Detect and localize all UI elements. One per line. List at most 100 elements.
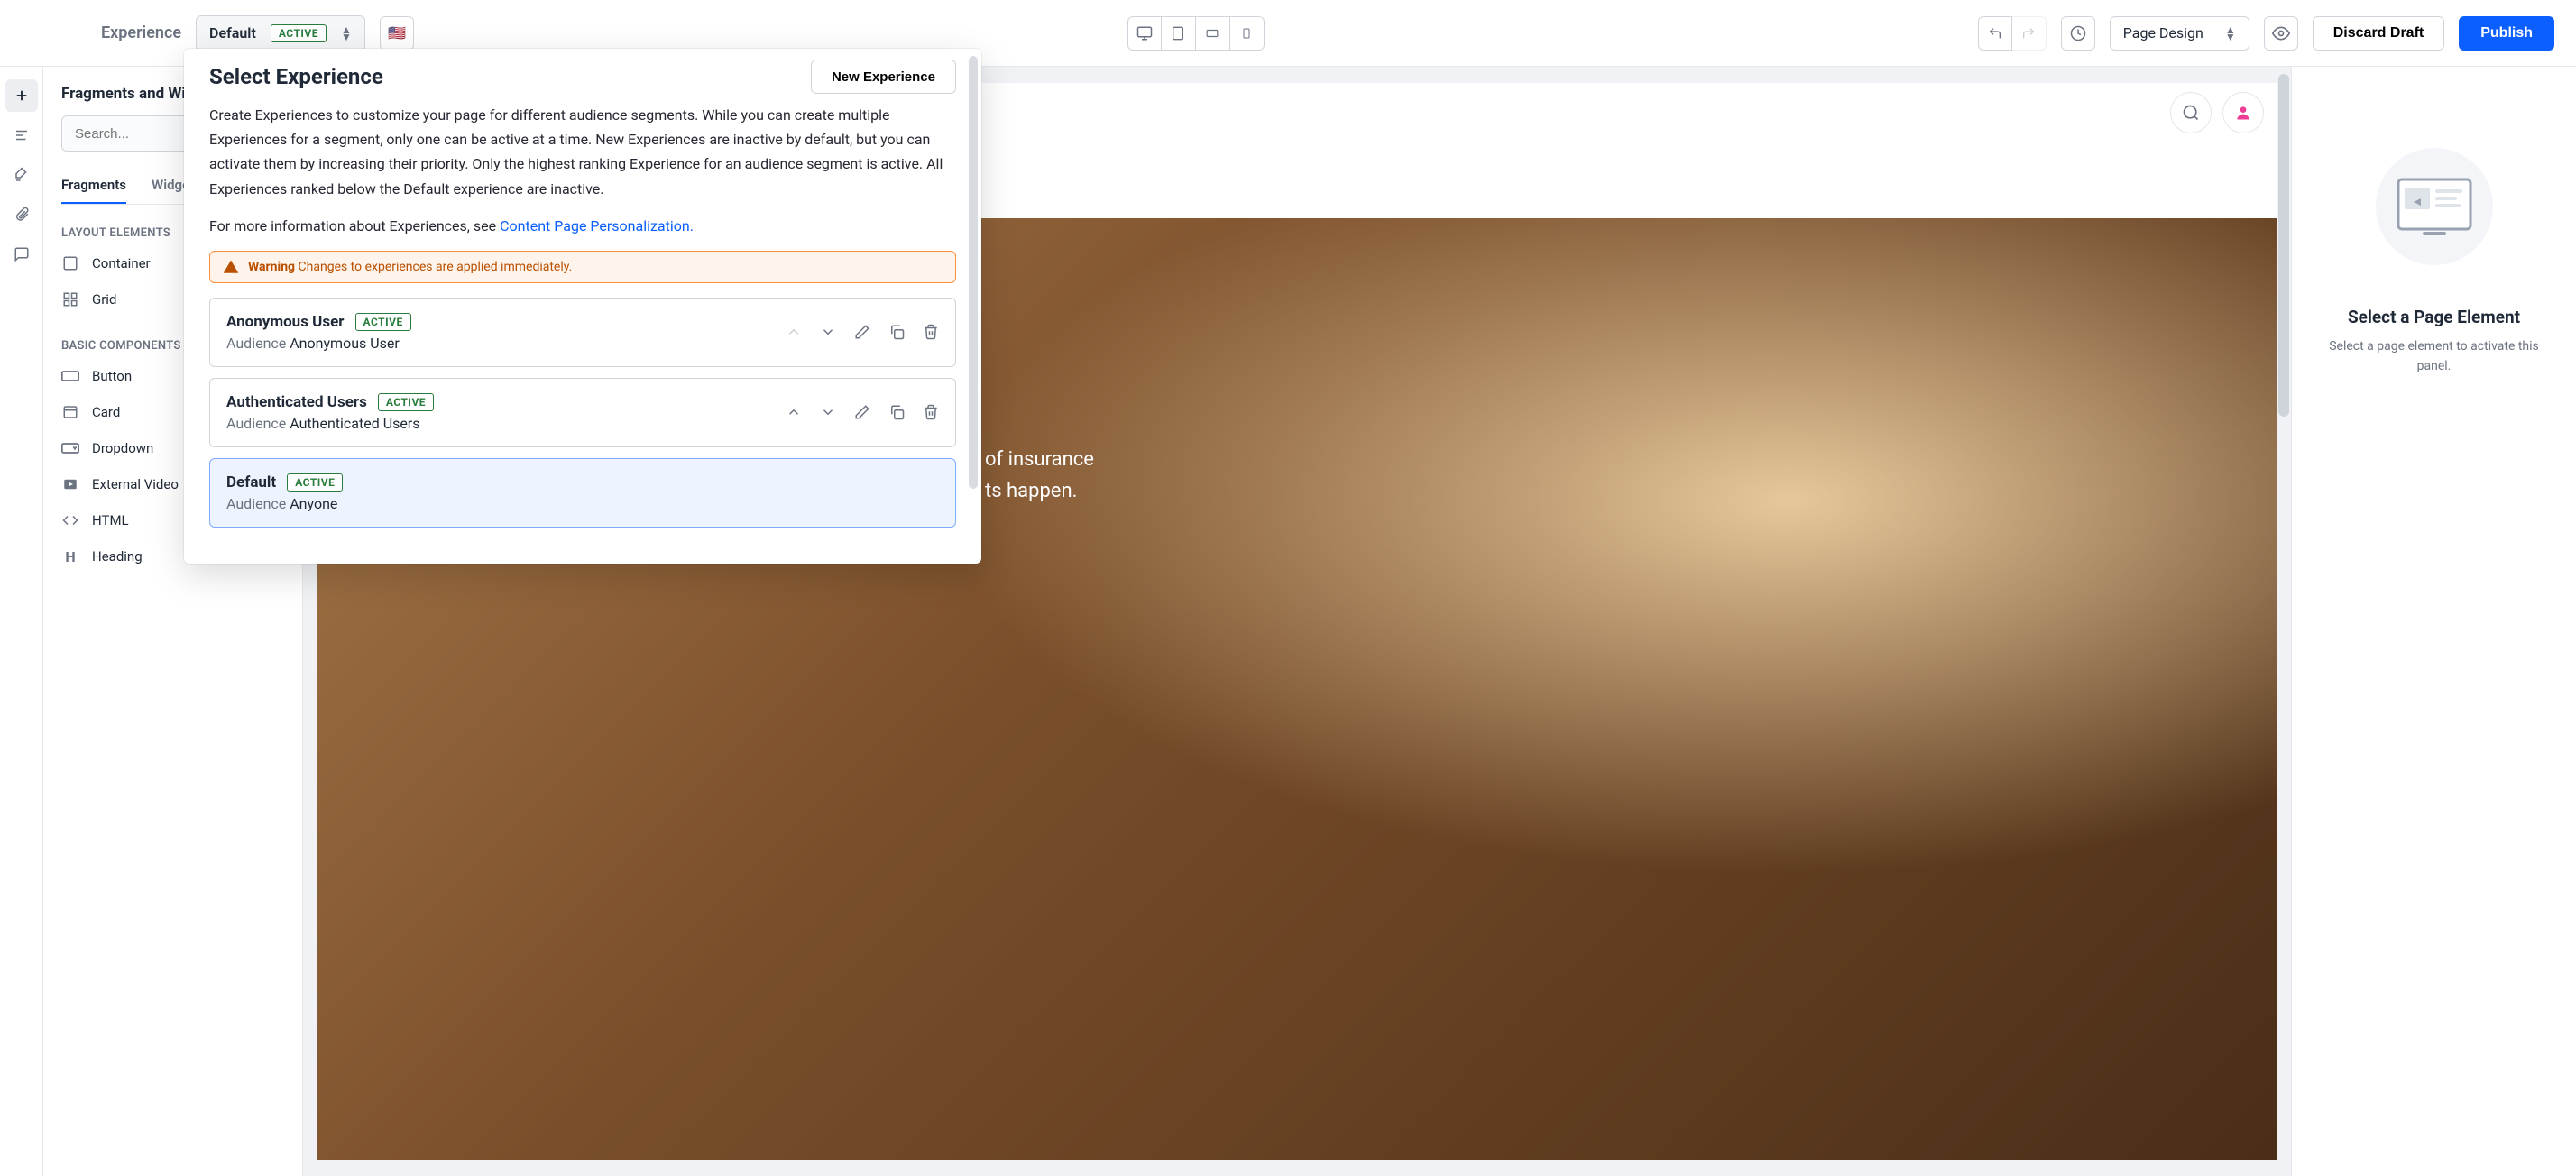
page-mode-selector[interactable]: Page Design ▲▼ [2110,16,2249,51]
warning-icon [223,259,239,275]
search-icon [2182,104,2200,122]
right-panel-title: Select a Page Element [2348,307,2520,327]
publish-button[interactable]: Publish [2459,16,2554,51]
audience-value: Authenticated Users [290,415,419,432]
popover-description: Create Experiences to customize your pag… [209,103,956,201]
empty-state-illustration [2376,148,2493,265]
canvas-user-button[interactable] [2222,92,2264,133]
card-icon [62,404,78,420]
experience-actions [786,404,939,420]
comment-icon [14,246,30,262]
experience-name: Default [226,473,276,492]
experience-card[interactable]: Default ACTIVE Audience Anyone [209,458,956,528]
right-inspector-panel: Select a Page Element Select a page elem… [2291,67,2576,1176]
copy-icon [888,324,905,340]
viewport-group [1127,16,1265,51]
fragment-label: Grid [92,291,116,308]
fragment-label: Card [92,404,120,420]
duplicate-button[interactable] [888,404,905,420]
square-icon [62,255,78,271]
fragment-label: External Video [92,476,179,492]
left-rail [0,67,43,1176]
user-icon [2234,104,2252,122]
rail-fragments-button[interactable] [5,79,38,112]
move-down-button[interactable] [820,404,836,420]
canvas-scrollbar[interactable] [2278,74,2289,417]
rail-design-button[interactable] [5,159,38,191]
undo-icon [1988,26,2002,41]
pencil-icon [854,324,870,340]
viewport-phone-button[interactable] [1230,16,1265,51]
pencil-icon [854,404,870,420]
flag-us-icon: 🇺🇸 [388,24,406,41]
status-badge: ACTIVE [271,24,327,42]
grid-icon [62,291,78,308]
copy-icon [888,404,905,420]
status-badge: ACTIVE [287,473,343,492]
rail-comments-button[interactable] [5,238,38,271]
move-down-button[interactable] [820,324,836,340]
fragment-label: Heading [92,548,143,565]
personalization-link[interactable]: Content Page Personalization. [500,217,694,234]
list-icon [14,127,30,143]
tab-fragments[interactable]: Fragments [61,168,126,204]
experience-label: Experience [101,23,181,42]
experience-name: Authenticated Users [226,393,367,411]
move-up-button[interactable] [786,404,802,420]
move-up-button [786,324,802,340]
audience-label: Audience [226,415,286,432]
status-badge: ACTIVE [378,393,434,411]
button-icon [61,370,79,382]
trash-icon [923,404,939,420]
eye-icon [2272,24,2290,42]
new-experience-button[interactable]: New Experience [811,60,956,94]
warning-alert: Warning Changes to experiences are appli… [209,251,956,283]
trash-icon [923,324,939,340]
popover-more-info: For more information about Experiences, … [209,214,956,238]
history-button[interactable] [2061,16,2095,51]
locale-button[interactable]: 🇺🇸 [380,16,414,51]
tablet-icon [1171,25,1185,41]
delete-button[interactable] [923,324,939,340]
experience-name: Anonymous User [226,313,345,331]
status-badge: ACTIVE [355,313,411,331]
viewport-landscape-button[interactable] [1196,16,1230,51]
duplicate-button[interactable] [888,324,905,340]
experience-actions [786,324,939,340]
popover-scrollbar[interactable] [969,56,978,489]
viewport-tablet-button[interactable] [1162,16,1196,51]
viewport-desktop-button[interactable] [1127,16,1162,51]
landscape-icon [1203,27,1221,40]
hero-text: of insurance ts happen. [985,444,1094,507]
rail-outline-button[interactable] [5,119,38,152]
right-panel-desc: Select a page element to activate this p… [2319,336,2549,377]
canvas-search-button[interactable] [2170,92,2212,133]
paintbrush-icon [14,167,30,183]
fragment-label: HTML [92,512,129,528]
discard-draft-button[interactable]: Discard Draft [2313,16,2444,51]
audience-value: Anyone [290,495,337,512]
history-group [1978,16,2047,51]
edit-button[interactable] [854,324,870,340]
rail-mapping-button[interactable] [5,198,38,231]
popover-title: Select Experience [209,64,383,89]
chevron-up-icon [786,324,802,340]
page-mode-value: Page Design [2123,24,2203,41]
audience-value: Anonymous User [290,335,400,352]
audience-label: Audience [226,495,286,512]
redo-button[interactable] [2012,16,2047,51]
experience-selector-value: Default [209,24,256,41]
heading-icon: H [61,547,79,565]
experience-card[interactable]: Authenticated Users ACTIVE Audience Auth… [209,378,956,447]
preview-button[interactable] [2264,16,2298,51]
paperclip-icon [14,207,30,223]
undo-button[interactable] [1978,16,2012,51]
chevron-updown-icon: ▲▼ [2225,26,2236,41]
delete-button[interactable] [923,404,939,420]
fragment-label: Button [92,368,132,384]
fragment-label: Container [92,255,151,271]
experience-selector[interactable]: Default ACTIVE ▲▼ [196,15,365,51]
experience-card[interactable]: Anonymous User ACTIVE Audience Anonymous… [209,298,956,367]
edit-button[interactable] [854,404,870,420]
clock-icon [2070,25,2086,41]
